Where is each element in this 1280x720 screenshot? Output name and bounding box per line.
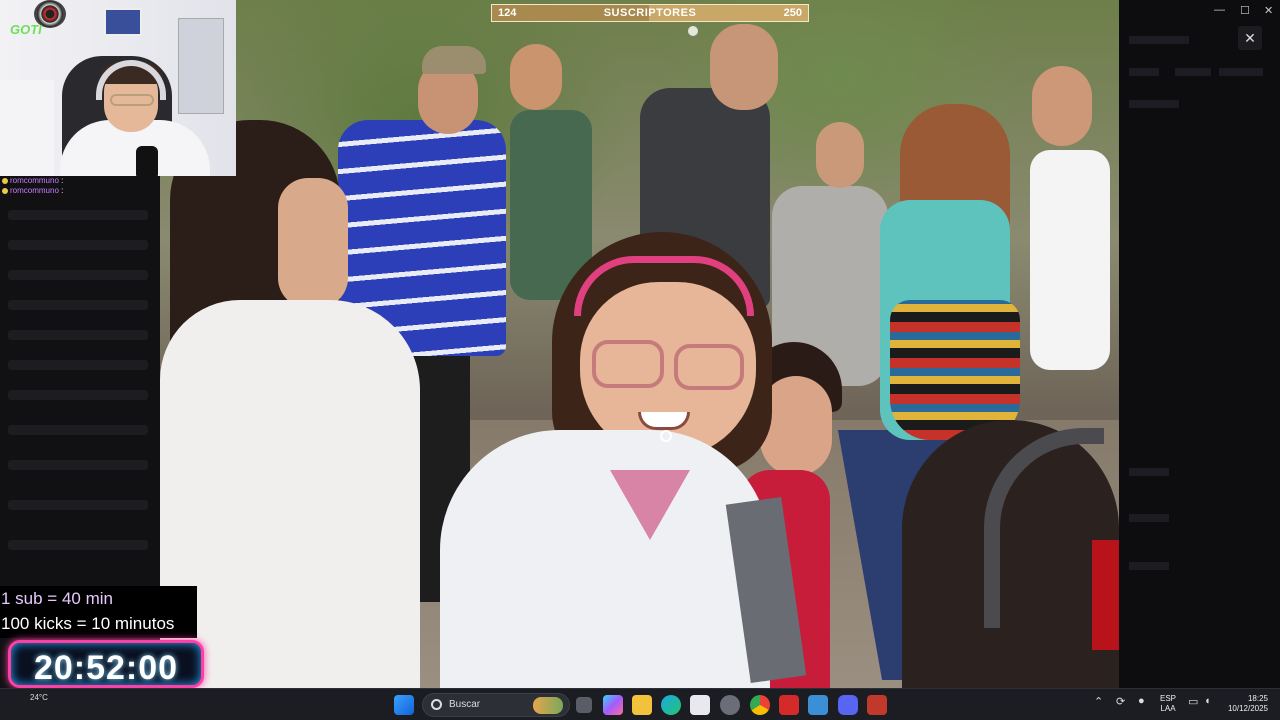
monitor-icon[interactable]: ▭ [1188, 695, 1198, 708]
window-close-button[interactable]: ✕ [1264, 4, 1273, 17]
chat-ghost-line [8, 460, 148, 470]
red-app-icon[interactable] [779, 695, 799, 715]
girl-left-face [278, 178, 348, 308]
sparkle [688, 26, 698, 36]
chat-ghost-line [8, 360, 148, 370]
files-icon[interactable] [808, 695, 828, 715]
pink-headband [574, 256, 754, 316]
panel-line [1129, 514, 1169, 522]
chevron-up-icon[interactable]: ⌃ [1094, 695, 1103, 708]
bed [0, 80, 54, 176]
task-view-icon[interactable] [576, 697, 592, 713]
language-indicator[interactable]: ESP LAA [1160, 694, 1176, 714]
rule-sub: 1 sub = 40 min [1, 589, 113, 608]
webcam-logo: GOTI [10, 22, 42, 37]
badge-icon [2, 177, 8, 184]
maximize-button[interactable]: ☐ [1240, 4, 1250, 17]
chat-message: romcommuno : [2, 186, 63, 195]
girl-center-jacket [440, 430, 770, 688]
chat-message: romcommuno : [2, 176, 63, 185]
search-highlight-icon [533, 697, 563, 714]
chat-ghost-line [8, 390, 148, 400]
cap [422, 46, 486, 74]
clock[interactable]: 18:25 10/12/2025 [1222, 694, 1268, 714]
subscriber-label: SUSCRIPTORES [603, 7, 697, 19]
settings-icon[interactable] [720, 695, 740, 715]
chat-ghost-line [8, 500, 148, 510]
volume-icon[interactable]: ◖ [1204, 695, 1211, 707]
person-white-shirt [1030, 150, 1110, 370]
tool-app-icon[interactable] [867, 695, 887, 715]
refresh-icon[interactable]: ⟳ [1116, 695, 1125, 708]
taskbar: 24°C Buscar ⌃ ⟳ ● ESP LAA ▭ ◖ 18:25 10/1… [0, 688, 1280, 720]
minimize-button[interactable]: — [1214, 4, 1225, 16]
panel-line [1129, 468, 1169, 476]
person-head [510, 44, 562, 110]
microphone-icon [136, 146, 158, 176]
discord-icon[interactable] [838, 695, 858, 715]
search-placeholder: Buscar [449, 699, 481, 710]
striped-bag [890, 300, 1020, 440]
panel-line [1129, 36, 1189, 44]
red-object [1092, 540, 1119, 650]
person-head [1032, 66, 1092, 146]
store-icon[interactable] [690, 695, 710, 715]
video-frame[interactable] [160, 0, 1119, 688]
taskbar-search[interactable]: Buscar [422, 693, 570, 717]
person-head [710, 24, 778, 110]
chat-ghost-line [8, 300, 148, 310]
subscriber-goal: 250 [783, 7, 802, 19]
panel-line [1129, 100, 1179, 108]
panel-line [1175, 68, 1211, 76]
panel-line [1219, 68, 1263, 76]
weather-widget[interactable]: 24°C [30, 693, 48, 702]
subscriber-goal-bar: 124 SUSCRIPTORES 250 [491, 4, 809, 22]
close-viewer-button[interactable]: ✕ [1238, 26, 1262, 50]
chat-ghost-line [8, 540, 148, 550]
copilot-icon[interactable] [603, 695, 623, 715]
chat-ghost-line [8, 330, 148, 340]
glasses-left-lens [592, 340, 664, 388]
chat-ghost-line [8, 210, 148, 220]
badge-icon [2, 187, 8, 194]
poster [104, 8, 142, 36]
file-explorer-icon[interactable] [632, 695, 652, 715]
rule-kicks: 100 kicks = 10 minutos [1, 614, 175, 633]
subathon-timer: 20:52:00 [8, 640, 204, 688]
chat-ghost-line [8, 240, 148, 250]
webcam-overlay: GOTI [0, 0, 236, 176]
shelf [178, 18, 224, 114]
edge-icon[interactable] [661, 695, 681, 715]
girl-left-shirt [160, 300, 420, 688]
side-panel [1119, 0, 1280, 688]
start-button[interactable] [394, 695, 414, 715]
panel-line [1129, 68, 1159, 76]
timer-value: 20:52:00 [33, 649, 179, 687]
chat-ghost-line [8, 270, 148, 280]
glasses-right-lens [674, 344, 744, 390]
search-icon [431, 699, 442, 710]
person-head [816, 122, 864, 188]
panel-line [1129, 562, 1169, 570]
chat-ghost-line [8, 425, 148, 435]
chrome-icon[interactable] [750, 695, 770, 715]
mic-icon[interactable]: ● [1138, 695, 1145, 707]
zoom-cursor-icon [660, 430, 672, 442]
